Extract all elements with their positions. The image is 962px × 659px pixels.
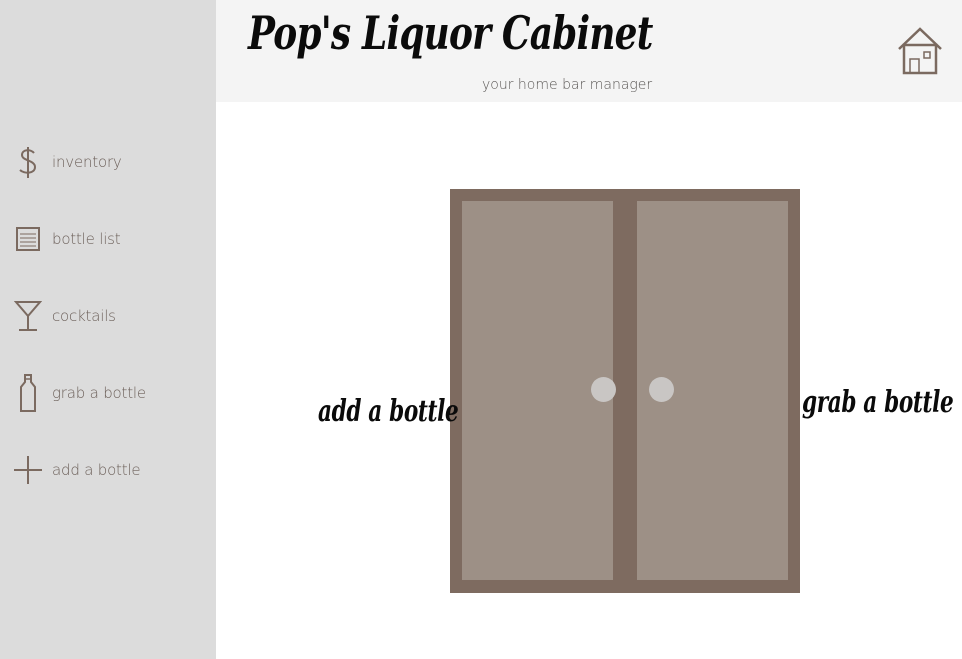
add-a-bottle-link[interactable]: add a bottle (318, 394, 459, 429)
sidebar: inventory bottle list cocktails grab a b… (0, 0, 216, 659)
sidebar-item-inventory[interactable]: inventory (12, 142, 202, 182)
door-knob (591, 377, 616, 402)
sidebar-item-label: bottle list (52, 230, 121, 248)
header: Pop's Liquor Cabinet your home bar manag… (216, 0, 962, 102)
martini-glass-icon (12, 298, 44, 334)
sidebar-item-grab-a-bottle[interactable]: grab a bottle (12, 373, 202, 413)
cabinet-door-right[interactable] (637, 201, 788, 580)
door-knob (649, 377, 674, 402)
dollar-icon (12, 144, 44, 180)
plus-icon (12, 452, 44, 488)
sidebar-item-cocktails[interactable]: cocktails (12, 296, 202, 336)
home-icon (898, 27, 942, 75)
sidebar-item-bottle-list[interactable]: bottle list (12, 219, 202, 259)
page-subtitle: your home bar manager (482, 77, 653, 93)
liquor-cabinet (450, 189, 800, 593)
cabinet-door-left[interactable] (462, 201, 616, 580)
sidebar-item-label: add a bottle (52, 461, 141, 479)
sidebar-item-add-a-bottle[interactable]: add a bottle (12, 450, 202, 490)
page-title: Pop's Liquor Cabinet (248, 6, 653, 60)
sidebar-item-label: grab a bottle (52, 384, 146, 402)
grab-a-bottle-link[interactable]: grab a bottle (802, 385, 954, 420)
list-icon (12, 221, 44, 257)
sidebar-item-label: cocktails (52, 307, 116, 325)
home-button[interactable] (897, 25, 943, 77)
sidebar-item-label: inventory (52, 153, 122, 171)
bottle-icon (12, 374, 44, 412)
